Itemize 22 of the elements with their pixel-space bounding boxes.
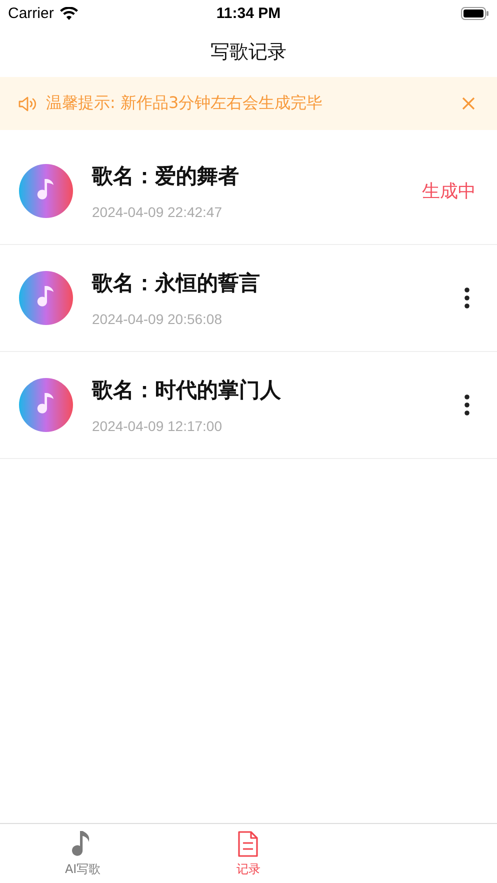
- status-label: 生成中: [422, 180, 476, 203]
- song-title: 歌名：时代的掌门人: [92, 377, 282, 404]
- tab-item[interactable]: 记录: [166, 824, 332, 883]
- song-title: 歌名：爱的舞者: [92, 163, 240, 190]
- tab-item[interactable]: AI写歌: [0, 824, 166, 883]
- more-icon[interactable]: [464, 287, 470, 309]
- battery-icon: [461, 6, 489, 20]
- music-note-icon: [19, 271, 73, 325]
- notice-text: 温馨提示: 新作品3分钟左右会生成完毕: [46, 93, 324, 114]
- clock: 11:34 PM: [216, 4, 281, 22]
- music-note-icon: [19, 164, 73, 218]
- created-time: 2024-04-09 22:42:47: [92, 204, 223, 220]
- more-icon[interactable]: [464, 394, 470, 416]
- speaker-icon: [18, 96, 38, 112]
- created-time: 2024-04-09 20:56:08: [92, 311, 223, 327]
- music-note-icon: [19, 378, 73, 432]
- page-title: 写歌记录: [210, 40, 286, 64]
- document-icon: [237, 830, 260, 858]
- song-title: 歌名：永恒的誓言: [92, 270, 261, 297]
- created-time: 2024-04-09 12:17:00: [92, 418, 223, 434]
- wifi-icon: [60, 6, 78, 20]
- carrier-label: Carrier: [8, 4, 54, 22]
